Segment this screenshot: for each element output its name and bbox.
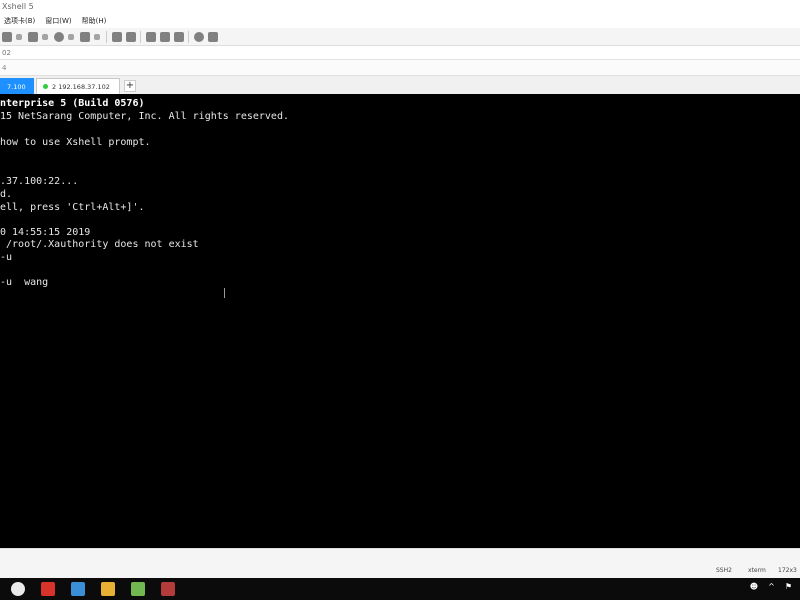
chevron-up-icon[interactable]: ^	[768, 582, 775, 591]
window-title: Xshell 5	[2, 2, 34, 11]
tab-session-1[interactable]: 7.100	[0, 78, 34, 94]
pdf-icon[interactable]	[41, 582, 55, 596]
terminal-line: d.	[0, 189, 13, 200]
lock-icon[interactable]	[160, 31, 170, 42]
terminal-line: .37.100:22...	[0, 176, 79, 187]
address-bar[interactable]: 02	[0, 46, 800, 60]
globe-icon[interactable]	[54, 31, 64, 42]
xshell-icon[interactable]	[161, 582, 175, 596]
terminal-line: 15 NetSarang Computer, Inc. All rights r…	[0, 111, 289, 122]
toolbar-separator	[140, 30, 141, 43]
user-icon[interactable]: ☻	[750, 582, 758, 591]
taskbar: ☻ ^ ⚑	[0, 578, 800, 600]
status-bar: SSH2 xterm 172x3	[0, 548, 800, 578]
quick-bar: 4	[0, 60, 800, 76]
terminal-line: 0 14:55:15 2019	[0, 227, 91, 238]
quick-bar-text: 4	[2, 64, 7, 72]
add-tab-button[interactable]: +	[124, 80, 136, 92]
menu-help[interactable]: 帮助(H)	[82, 14, 107, 28]
toolbar	[0, 28, 800, 46]
status-terminal-type: xterm	[748, 567, 766, 574]
status-size: 172x3	[778, 567, 797, 574]
session-tabs: 7.100 2 192.168.37.102 +	[0, 76, 800, 94]
tab-session-2[interactable]: 2 192.168.37.102	[36, 78, 120, 94]
network-icon[interactable]	[28, 31, 38, 42]
chevron-down-icon[interactable]	[16, 33, 22, 40]
terminal-line: how to use Xshell prompt.	[0, 137, 151, 148]
chat-icon[interactable]	[208, 31, 218, 42]
chevron-down-icon[interactable]	[94, 33, 100, 40]
menu-bar: 选项卡(B) 窗口(W) 帮助(H)	[0, 14, 800, 28]
terminal-line: ell, press 'Ctrl+Alt+]'.	[0, 202, 145, 213]
print-icon[interactable]	[2, 31, 12, 42]
toolbar-separator	[106, 30, 107, 43]
notes-icon[interactable]	[131, 582, 145, 596]
text-cursor-icon	[224, 288, 226, 298]
address-text: 02	[2, 49, 11, 57]
flag-icon[interactable]: ⚑	[785, 582, 792, 591]
font-icon[interactable]	[80, 31, 90, 42]
chevron-down-icon[interactable]	[42, 33, 48, 40]
terminal-line: /root/.Xauthority does not exist	[0, 239, 199, 250]
status-protocol: SSH2	[716, 567, 732, 574]
system-tray: ☻ ^ ⚑	[740, 582, 792, 591]
title-bar: Xshell 5	[0, 0, 800, 14]
chevron-down-icon[interactable]	[68, 33, 74, 40]
terminal-line: nterprise 5 (Build 0576)	[0, 98, 145, 109]
terminal-line: -u wang	[0, 277, 49, 288]
xshell-window: Xshell 5 选项卡(B) 窗口(W) 帮助(H) 02 4 7.100 2…	[0, 0, 800, 600]
connected-status-icon	[43, 84, 48, 89]
files-icon[interactable]	[101, 582, 115, 596]
toolbar-separator	[188, 30, 189, 43]
menu-window[interactable]: 窗口(W)	[45, 14, 71, 28]
settings-icon[interactable]	[112, 31, 122, 42]
terminal-line: -u	[0, 252, 13, 263]
fullscreen-icon[interactable]	[146, 31, 156, 42]
chrome-icon[interactable]	[11, 582, 25, 596]
transfer-icon[interactable]	[126, 31, 136, 42]
terminal-area[interactable]: nterprise 5 (Build 0576) 15 NetSarang Co…	[0, 94, 800, 548]
menu-tabs[interactable]: 选项卡(B)	[4, 14, 35, 28]
keyboard-icon[interactable]	[174, 31, 184, 42]
tab-session-2-label: 2 192.168.37.102	[52, 82, 110, 91]
tab-session-1-label: 7.100	[7, 83, 26, 91]
help-icon[interactable]	[194, 31, 204, 42]
mail-icon[interactable]	[71, 582, 85, 596]
